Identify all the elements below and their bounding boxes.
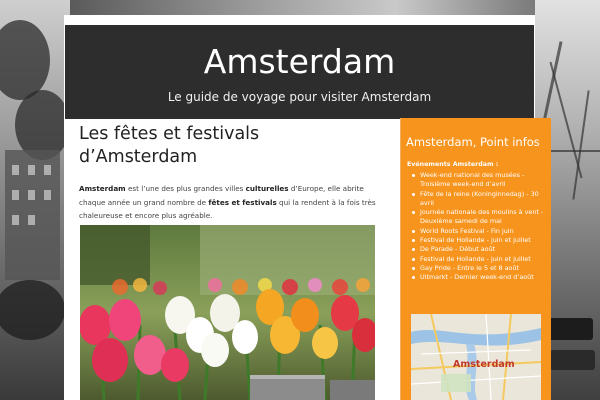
intro-bold-fetes: fêtes et festivals [208, 197, 277, 207]
list-item: De Parade - Début août [407, 245, 547, 254]
bullet-icon [412, 192, 415, 196]
bullet-icon [412, 229, 415, 233]
intro-bold-amsterdam: Amsterdam [79, 184, 126, 193]
widget-title: Amsterdam, Point infos [406, 135, 540, 149]
tulips-photo [80, 225, 375, 400]
intro-text-1: est l’une des plus grandes villes [125, 184, 246, 193]
bullet-icon [412, 266, 415, 270]
post-content: Les fêtes et festivals d’Amsterdam Amste… [79, 123, 377, 223]
event-label: Journée nationale des moulins à vent - D… [420, 208, 544, 226]
site-header: Amsterdam Le guide de voyage pour visite… [65, 25, 534, 119]
list-item: Gay Pride - Entre le 5 et 8 août [407, 264, 547, 273]
tulips-illustration [80, 225, 375, 400]
event-label: Week-end national des musées - Troisième… [420, 171, 525, 189]
event-label: Fête de la reine (Koninginnedag) - 30 av… [420, 189, 539, 207]
list-item: Fête de la reine (Koninginnedag) - 30 av… [407, 190, 547, 209]
bullet-icon [412, 276, 415, 280]
bullet-icon [412, 211, 415, 215]
sidebar-info-widget: Amsterdam, Point infos Evénements Amster… [400, 118, 551, 400]
event-label: Festival de Hollande - juin et juillet [420, 254, 531, 263]
map-illustration [411, 314, 541, 400]
list-item: Journée nationale des moulins à vent - D… [407, 208, 547, 227]
intro-bold-culturelles: culturelles [245, 184, 289, 193]
event-label: Uitmarkt - Dernier week-end d’août [420, 273, 534, 282]
list-item: Festival de Hollande - juin et juillet [407, 255, 547, 264]
bullet-icon [412, 248, 415, 252]
event-label: De Parade - Début août [420, 245, 496, 254]
city-map-image[interactable]: Amsterdam [411, 314, 541, 400]
background-left-canal-street [0, 0, 70, 400]
events-heading: Evénements Amsterdam : [407, 161, 499, 168]
event-label: World Roots Festival - Fin juin [420, 226, 514, 235]
event-label: Festival de Hollande - juin et juillet [420, 236, 531, 245]
post-title: Les fêtes et festivals d’Amsterdam [79, 124, 260, 167]
list-item: Festival de Hollande - juin et juillet [407, 236, 547, 245]
bullet-icon [412, 239, 415, 243]
site-title-link[interactable]: Amsterdam [65, 25, 534, 82]
list-item: Week-end national des musées - Troisième… [407, 171, 547, 190]
event-label: Gay Pride - Entre le 5 et 8 août [420, 263, 520, 272]
bullet-icon [412, 257, 415, 261]
site-tagline: Le guide de voyage pour visiter Amsterda… [167, 90, 432, 104]
bullet-icon [412, 174, 415, 177]
list-item: Uitmarkt - Dernier week-end d’août [407, 273, 547, 282]
events-list: Week-end national des musées - Troisième… [401, 171, 551, 283]
map-city-label: Amsterdam [453, 359, 515, 370]
list-item: World Roots Festival - Fin juin [407, 227, 547, 236]
post-intro: Amsterdam est l’une des plus grandes vil… [79, 182, 377, 223]
